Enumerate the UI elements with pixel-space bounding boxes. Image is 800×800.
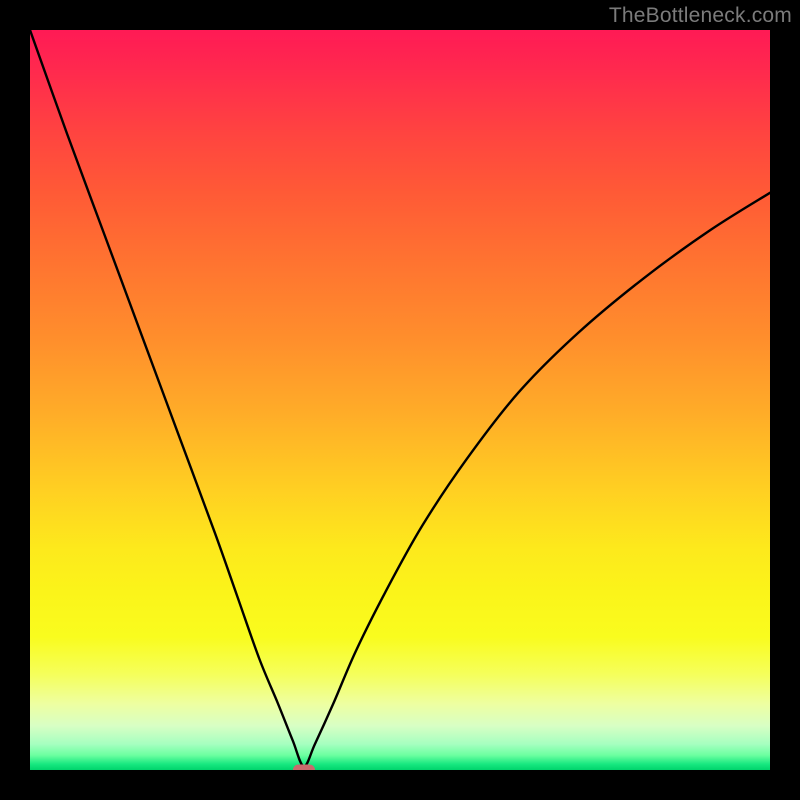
bottleneck-curve — [30, 30, 770, 770]
watermark-text: TheBottleneck.com — [609, 4, 792, 28]
chart-frame: TheBottleneck.com — [0, 0, 800, 800]
plot-area — [30, 30, 770, 770]
optimum-marker — [293, 765, 315, 771]
